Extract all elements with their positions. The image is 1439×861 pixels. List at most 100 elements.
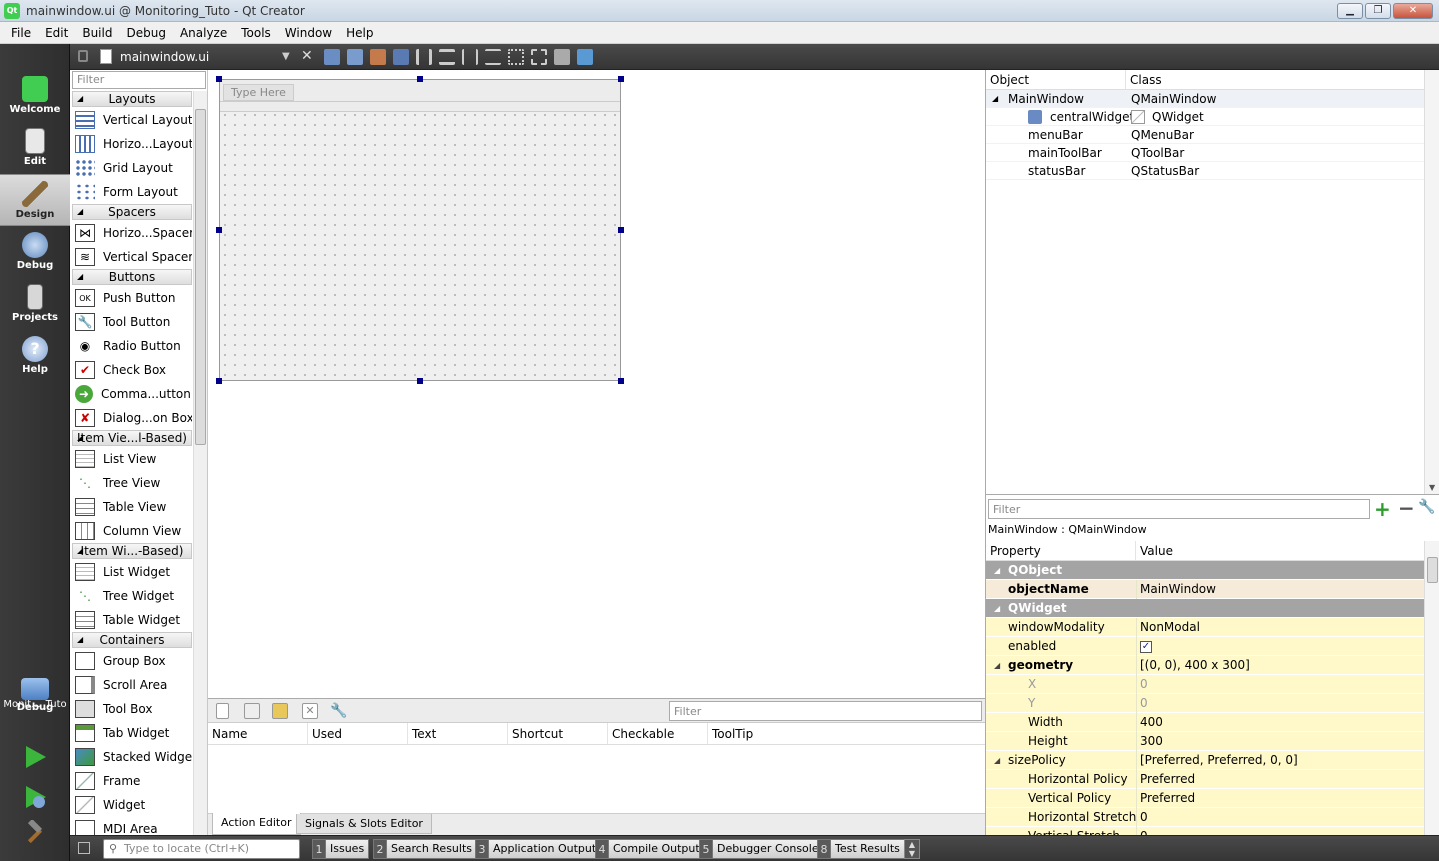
restore-button[interactable]: ❐ bbox=[1365, 3, 1391, 19]
widget-item[interactable]: ➜ Comma...utton bbox=[72, 382, 192, 406]
mode-projects[interactable]: Projects bbox=[0, 278, 70, 330]
mode-welcome[interactable]: Welcome bbox=[0, 70, 70, 122]
property-row[interactable]: Y0 bbox=[986, 694, 1424, 713]
main-window-form[interactable]: Type Here bbox=[219, 79, 621, 381]
widget-box-scrollbar[interactable] bbox=[193, 91, 207, 835]
widget-item[interactable]: ⋱ Tree View bbox=[72, 471, 192, 495]
collapse-icon[interactable]: ◢ bbox=[994, 656, 1000, 675]
tree-row-maintoolbar[interactable]: mainToolBar QToolBar bbox=[986, 144, 1439, 162]
configure-icon[interactable]: 🔧 bbox=[1418, 499, 1435, 515]
form-tool-bar[interactable] bbox=[220, 102, 620, 112]
expand-icon[interactable]: ◢ bbox=[992, 90, 998, 108]
type-here-menu-placeholder[interactable]: Type Here bbox=[223, 84, 294, 101]
add-dynamic-property-icon[interactable]: + bbox=[1374, 497, 1391, 521]
form-menu-bar[interactable]: Type Here bbox=[220, 80, 620, 102]
pane-debugger-console[interactable]: 5 Debugger Console bbox=[699, 839, 824, 859]
column-header[interactable]: Shortcut bbox=[508, 723, 608, 744]
menu-window[interactable]: Window bbox=[278, 22, 339, 44]
delete-action-icon[interactable]: ✕ bbox=[302, 703, 318, 719]
break-layout-icon[interactable] bbox=[554, 49, 570, 65]
widget-item[interactable]: Stacked Widget bbox=[72, 745, 192, 769]
layout-splitter-vertical-icon[interactable] bbox=[485, 49, 501, 65]
column-header[interactable]: Object bbox=[986, 70, 1126, 89]
mode-help[interactable]: ? Help bbox=[0, 330, 70, 382]
layout-form-icon[interactable] bbox=[508, 49, 524, 65]
category-item-widgets[interactable]: ◢ Item Wi...-Based) bbox=[72, 543, 192, 559]
menu-build[interactable]: Build bbox=[75, 22, 119, 44]
category-containers[interactable]: ◢ Containers bbox=[72, 632, 192, 648]
widget-item[interactable]: ✘ Dialog...on Box bbox=[72, 406, 192, 430]
run-icon[interactable] bbox=[22, 744, 48, 770]
copy-action-icon[interactable] bbox=[244, 703, 260, 719]
widget-item[interactable]: Table Widget bbox=[72, 608, 192, 632]
column-header[interactable]: ToolTip bbox=[708, 723, 808, 744]
menu-help[interactable]: Help bbox=[339, 22, 380, 44]
locator-input[interactable]: ⚲ Type to locate (Ctrl+K) bbox=[103, 839, 300, 859]
resize-handle[interactable] bbox=[216, 227, 222, 233]
widget-item[interactable]: ⋱ Tree Widget bbox=[72, 584, 192, 608]
debug-run-icon[interactable] bbox=[22, 784, 48, 810]
widget-item[interactable]: OK Push Button bbox=[72, 286, 192, 310]
property-value[interactable]: MainWindow bbox=[1136, 580, 1424, 599]
menu-tools[interactable]: Tools bbox=[234, 22, 278, 44]
resize-handle[interactable] bbox=[618, 76, 624, 82]
column-header[interactable]: Checkable bbox=[608, 723, 708, 744]
tree-row-centralwidget[interactable]: centralWidget QWidget bbox=[986, 108, 1439, 126]
adjust-size-icon[interactable] bbox=[577, 49, 593, 65]
resize-handle[interactable] bbox=[216, 378, 222, 384]
column-header[interactable]: Name bbox=[208, 723, 308, 744]
minimize-button[interactable]: ▁ bbox=[1337, 3, 1363, 19]
widget-item[interactable]: Tab Widget bbox=[72, 721, 192, 745]
menu-file[interactable]: File bbox=[4, 22, 38, 44]
pane-issues[interactable]: 1 Issues bbox=[312, 839, 370, 859]
more-panes-icon[interactable]: ▲ ▼ bbox=[904, 839, 920, 859]
resize-handle[interactable] bbox=[417, 76, 423, 82]
toggle-sidebar-icon[interactable] bbox=[78, 842, 90, 854]
property-value[interactable]: 0 bbox=[1136, 675, 1424, 694]
menu-edit[interactable]: Edit bbox=[38, 22, 75, 44]
tree-row-menubar[interactable]: menuBar QMenuBar bbox=[986, 126, 1439, 144]
property-row[interactable]: ◢ geometry [(0, 0), 400 x 300] bbox=[986, 656, 1424, 675]
resize-handle[interactable] bbox=[618, 378, 624, 384]
menu-debug[interactable]: Debug bbox=[119, 22, 172, 44]
property-value[interactable]: 0 bbox=[1136, 694, 1424, 713]
lock-icon[interactable] bbox=[78, 50, 88, 62]
chevron-down-icon[interactable]: ▼ bbox=[282, 51, 290, 62]
category-layouts[interactable]: ◢ Layouts bbox=[72, 91, 192, 107]
mode-edit[interactable]: Edit bbox=[0, 122, 70, 174]
widget-item[interactable]: Column View bbox=[72, 519, 192, 543]
property-row[interactable]: Horizontal Policy Preferred bbox=[986, 770, 1424, 789]
scroll-down-icon[interactable]: ▼ bbox=[1429, 483, 1435, 492]
category-spacers[interactable]: ◢ Spacers bbox=[72, 204, 192, 220]
property-row[interactable]: X0 bbox=[986, 675, 1424, 694]
collapse-icon[interactable]: ◢ bbox=[994, 751, 1000, 770]
edit-widgets-icon[interactable] bbox=[324, 49, 340, 65]
widget-item[interactable]: Tool Box bbox=[72, 697, 192, 721]
property-value[interactable]: Preferred bbox=[1136, 770, 1424, 789]
widget-item[interactable]: ⋈ Horizo...Spacer bbox=[72, 221, 192, 245]
layout-splitter-horizontal-icon[interactable] bbox=[462, 49, 478, 65]
layout-vertical-icon[interactable] bbox=[439, 49, 455, 65]
build-target-selector[interactable]: Debug bbox=[0, 672, 70, 724]
property-row[interactable]: Vertical Policy Preferred bbox=[986, 789, 1424, 808]
tab-signals-slots-editor[interactable]: Signals & Slots Editor bbox=[296, 814, 432, 834]
layout-horizontal-icon[interactable] bbox=[416, 49, 432, 65]
widget-item[interactable]: Frame bbox=[72, 769, 192, 793]
tree-row-mainwindow[interactable]: ◢ MainWindow QMainWindow bbox=[986, 90, 1439, 108]
widget-item[interactable]: Scroll Area bbox=[72, 673, 192, 697]
collapse-icon[interactable]: ◢ bbox=[994, 561, 1000, 580]
widget-item[interactable]: List View bbox=[72, 447, 192, 471]
scrollbar-thumb[interactable] bbox=[1427, 557, 1438, 583]
property-value[interactable]: Preferred bbox=[1136, 789, 1424, 808]
wrench-icon[interactable]: 🔧 bbox=[330, 703, 347, 719]
enabled-checkbox[interactable]: ✓ bbox=[1140, 640, 1152, 653]
menu-analyze[interactable]: Analyze bbox=[173, 22, 234, 44]
column-header[interactable]: Text bbox=[408, 723, 508, 744]
remove-dynamic-property-icon[interactable]: − bbox=[1398, 496, 1415, 520]
widget-item[interactable]: Widget bbox=[72, 793, 192, 817]
property-value[interactable]: [Preferred, Preferred, 0, 0] bbox=[1136, 751, 1424, 770]
widget-item[interactable]: 🔧 Tool Button bbox=[72, 310, 192, 334]
new-action-icon[interactable] bbox=[216, 703, 229, 719]
paste-action-icon[interactable] bbox=[272, 703, 288, 719]
property-row[interactable]: Horizontal Stretch 0 bbox=[986, 808, 1424, 827]
